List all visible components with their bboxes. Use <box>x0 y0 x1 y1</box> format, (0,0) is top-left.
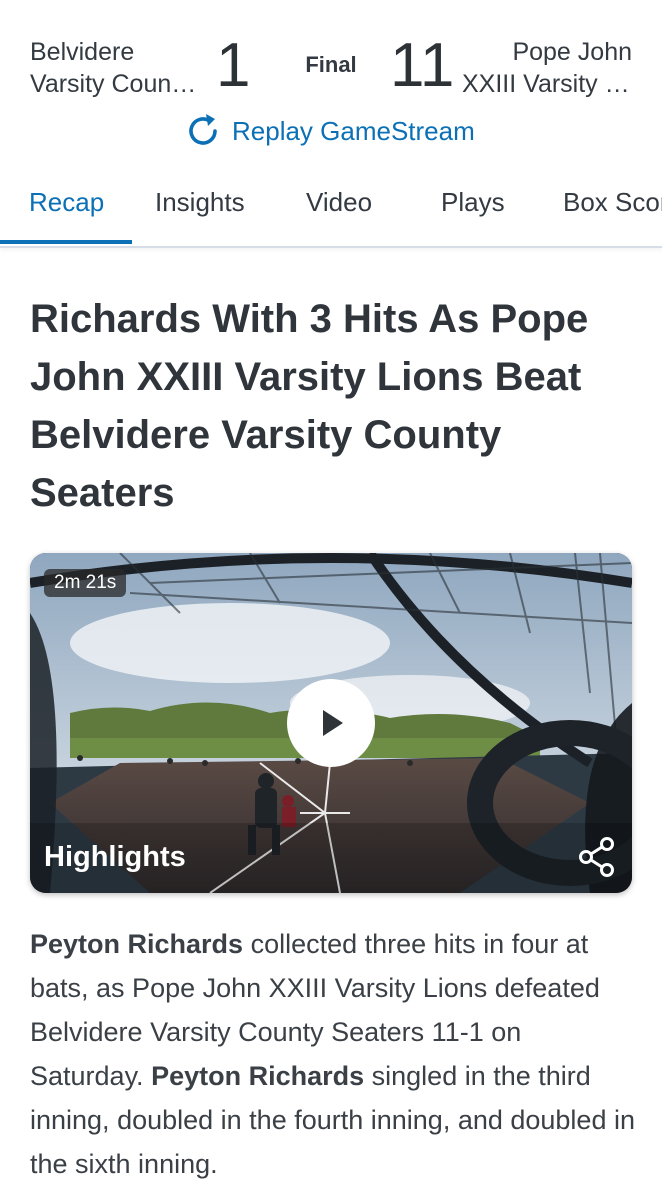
active-tab-indicator <box>0 240 132 244</box>
away-team-name[interactable]: Pope John XXIII Varsity Lions <box>462 36 632 100</box>
tab-video[interactable]: Video <box>306 168 372 242</box>
scoreboard-header: Belvidere Varsity County Seaters 1 Final… <box>0 0 662 165</box>
tab-plays[interactable]: Plays <box>441 168 505 242</box>
play-icon <box>323 710 343 736</box>
home-team-name-line2: Varsity County Seaters <box>30 70 200 98</box>
home-team-name[interactable]: Belvidere Varsity County Seaters <box>30 36 200 100</box>
player-name: Peyton Richards <box>30 929 244 959</box>
play-button[interactable] <box>287 679 375 767</box>
replay-gamestream-button[interactable]: Replay GameStream <box>182 110 475 152</box>
recap-paragraph: Peyton Richards collected three hits in … <box>30 922 636 1186</box>
replay-icon <box>189 114 217 145</box>
replay-gamestream-label: Replay GameStream <box>232 115 475 146</box>
away-score: 11 <box>390 31 455 100</box>
home-team-name-line1: Belvidere <box>30 38 135 66</box>
share-icon[interactable] <box>576 835 620 879</box>
highlights-video-card[interactable]: 2m 21s Highlights <box>30 553 632 893</box>
home-score: 1 <box>216 31 251 100</box>
tab-insights[interactable]: Insights <box>155 168 245 242</box>
video-duration-badge: 2m 21s <box>44 569 127 597</box>
video-title: Highlights <box>44 841 186 873</box>
tab-box-score[interactable]: Box Score <box>563 168 662 242</box>
game-tabs: Recap Insights Video Plays Box Score <box>0 168 662 248</box>
tab-recap[interactable]: Recap <box>29 168 104 242</box>
away-team-name-line2: XXIII Varsity Lions <box>462 70 632 98</box>
away-team-name-line1: Pope John <box>512 38 632 66</box>
game-status: Final <box>305 52 357 77</box>
article-headline: Richards With 3 Hits As Pope John XXIII … <box>30 297 589 515</box>
player-name: Peyton Richards <box>151 1061 365 1091</box>
